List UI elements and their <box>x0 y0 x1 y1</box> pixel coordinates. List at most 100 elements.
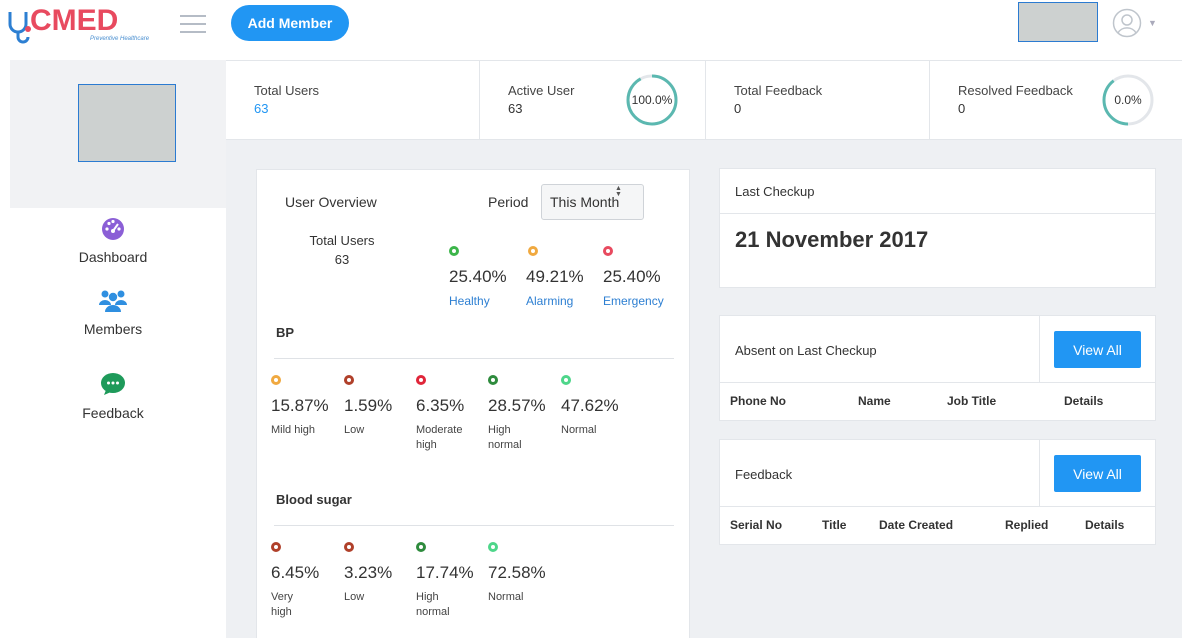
divider <box>274 358 674 359</box>
sidebar-item-members[interactable]: Members <box>0 288 226 337</box>
chevron-down-icon[interactable]: ▼ <box>1148 18 1157 28</box>
feedback-chat-icon <box>101 373 125 395</box>
sidebar-item-label: Dashboard <box>78 249 148 265</box>
blood-sugar-section-title: Blood sugar <box>276 492 352 507</box>
feedback-view-all-button[interactable]: View All <box>1054 455 1141 492</box>
table-header[interactable]: Name <box>858 394 891 408</box>
user-avatar-icon[interactable] <box>1112 8 1142 38</box>
table-header[interactable]: Serial No <box>730 518 782 532</box>
stat-value: 63 <box>508 101 523 116</box>
sugar-percent: 72.58% <box>488 563 546 582</box>
sugar-label: Normal <box>488 591 524 603</box>
ring-label: 0.0% <box>1114 93 1142 107</box>
table-header[interactable]: Date Created <box>879 518 953 532</box>
stat-value: 0 <box>734 101 742 116</box>
emergency-status-dot-icon <box>603 246 613 256</box>
normal-dot-icon <box>488 542 498 552</box>
mild-high-dot-icon <box>271 375 281 385</box>
stat-title: Active User <box>508 83 575 98</box>
sidebar-item-label: Feedback <box>82 405 144 421</box>
stat-title: Total Users <box>254 83 320 98</box>
menu-toggle-icon[interactable] <box>180 15 206 37</box>
summary-percent: 25.40% <box>449 267 507 286</box>
total-users-label: Total Users <box>309 233 375 248</box>
summary-category: Emergency <box>603 294 664 308</box>
sugar-percent: 6.45% <box>271 563 320 582</box>
divider <box>720 382 1155 383</box>
sugar-label: Very high <box>271 591 294 618</box>
table-header[interactable]: Details <box>1085 518 1124 532</box>
table-header[interactable]: Job Title <box>947 394 996 408</box>
ring-label: 100.0% <box>632 93 673 107</box>
low-dot-icon <box>344 375 354 385</box>
company-image <box>1018 2 1098 42</box>
stat-resolved-feedback: Resolved Feedback 0 0.0% <box>930 61 1182 140</box>
divider <box>720 506 1155 507</box>
stat-total-feedback: Total Feedback 0 <box>706 61 930 140</box>
table-header[interactable]: Title <box>822 518 846 532</box>
table-header[interactable]: Phone No <box>730 394 786 408</box>
low-dot-icon <box>344 542 354 552</box>
divider <box>720 213 1155 214</box>
sugar-label: Low <box>344 591 365 603</box>
moderate-high-dot-icon <box>416 375 426 385</box>
main-content: User Overview Period This Month ▲▼ Total… <box>226 140 1182 638</box>
resolved-feedback-progress-ring: 0.0% <box>1102 74 1154 126</box>
bp-label: Mild high <box>271 424 316 436</box>
bp-percent: 28.57% <box>488 396 546 415</box>
select-arrows-icon: ▲▼ <box>615 185 622 197</box>
period-label: Period <box>488 194 529 210</box>
high-normal-dot-icon <box>416 542 426 552</box>
divider <box>274 525 674 526</box>
stat-total-users: Total Users 63 <box>226 61 480 140</box>
sugar-percent: 17.74% <box>416 563 474 582</box>
bp-percent: 1.59% <box>344 396 393 415</box>
sidebar-item-label: Members <box>83 321 143 337</box>
very-high-dot-icon <box>271 542 281 552</box>
bp-percent: 15.87% <box>271 396 329 415</box>
last-checkup-card: Last Checkup 21 November 2017 <box>719 168 1156 288</box>
last-checkup-date: 21 November 2017 <box>735 227 929 252</box>
card-title: Feedback <box>735 467 793 482</box>
bp-label: Moderate high <box>416 424 463 451</box>
sidebar-item-feedback[interactable]: Feedback <box>0 372 226 421</box>
sidebar-item-dashboard[interactable]: Dashboard <box>0 216 226 265</box>
bp-label: Normal <box>561 424 597 436</box>
stat-value: 63 <box>254 101 269 116</box>
absent-view-all-button[interactable]: View All <box>1054 331 1141 368</box>
table-header[interactable]: Details <box>1064 394 1103 408</box>
sidebar: Dashboard Members Feedback <box>0 60 226 638</box>
stat-value: 0 <box>958 101 966 116</box>
members-group-icon <box>99 290 127 312</box>
sugar-label: High normal <box>416 591 450 618</box>
logo-tagline: Preventive Healthcare <box>90 36 150 42</box>
absent-card: Absent on Last Checkup View All Phone No… <box>719 315 1156 421</box>
high-normal-dot-icon <box>488 375 498 385</box>
logo-text: CMED <box>30 4 119 37</box>
divider <box>1039 316 1040 382</box>
active-user-progress-ring: 100.0% <box>626 74 678 126</box>
normal-dot-icon <box>561 375 571 385</box>
sidebar-profile-area <box>10 60 226 208</box>
card-title: User Overview <box>285 194 377 210</box>
divider <box>1039 440 1040 506</box>
summary-percent: 49.21% <box>526 267 584 286</box>
bp-label: High normal <box>488 424 522 451</box>
feedback-card: Feedback View All Serial No Title Date C… <box>719 439 1156 545</box>
table-header[interactable]: Replied <box>1005 518 1048 532</box>
bp-label: Low <box>344 424 365 436</box>
add-member-button[interactable]: Add Member <box>231 5 349 41</box>
total-users-value: 63 <box>334 252 350 267</box>
summary-category: Healthy <box>449 294 490 308</box>
alarming-status-dot-icon <box>528 246 538 256</box>
period-select[interactable]: This Month ▲▼ <box>541 184 644 220</box>
card-title: Absent on Last Checkup <box>735 343 877 358</box>
bp-percent: 47.62% <box>561 396 619 415</box>
card-title: Last Checkup <box>735 184 815 199</box>
bp-section-title: BP <box>276 325 295 340</box>
dashboard-gauge-icon <box>102 218 124 240</box>
top-bar: CMED Preventive Healthcare Add Member ▼ <box>0 0 1182 60</box>
stat-title: Total Feedback <box>734 83 823 98</box>
stats-strip: Total Users 63 Active User 63 100.0% Tot… <box>226 60 1182 140</box>
healthy-status-dot-icon <box>449 246 459 256</box>
